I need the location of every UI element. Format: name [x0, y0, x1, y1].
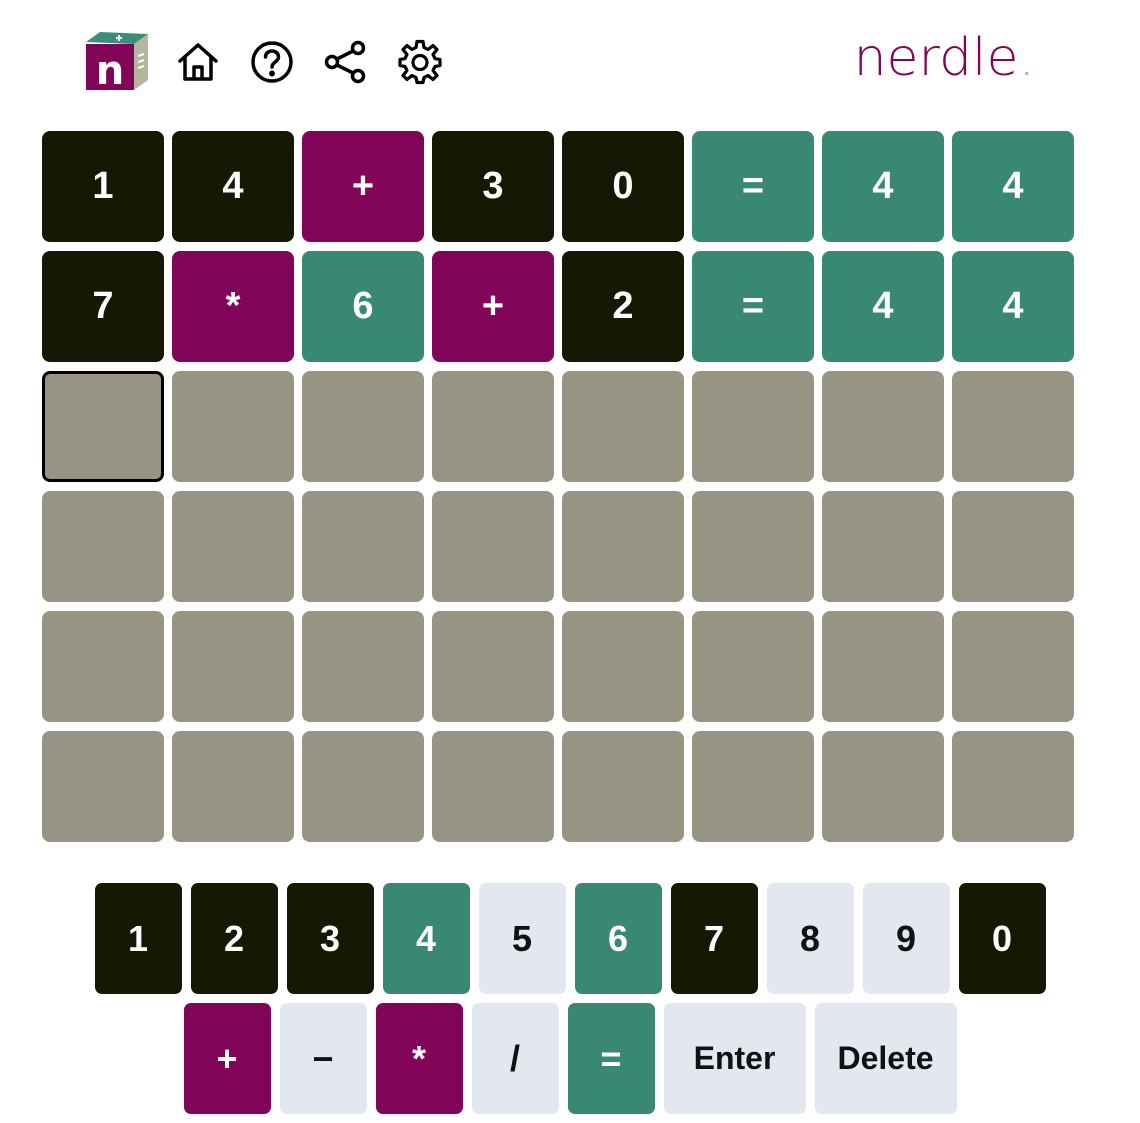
key-6[interactable]: 6 — [574, 883, 662, 994]
board-tile — [562, 371, 684, 482]
key-divide[interactable]: / — [471, 1003, 559, 1114]
board-tile: + — [302, 131, 424, 242]
board-tile — [172, 491, 294, 602]
keyboard-row-digits: 1234567890 — [0, 883, 1140, 994]
board-tile — [42, 491, 164, 602]
board-tile — [822, 611, 944, 722]
board-row — [42, 731, 1074, 842]
board-tile — [42, 611, 164, 722]
board-tile — [302, 491, 424, 602]
keyboard-row-operators: + − * / = Enter Delete — [0, 1003, 1140, 1114]
share-icon[interactable] — [322, 38, 370, 86]
key-times[interactable]: * — [375, 1003, 463, 1114]
board-tile: + — [432, 251, 554, 362]
board-tile — [42, 731, 164, 842]
board-tile: = — [692, 131, 814, 242]
board-row — [42, 491, 1074, 602]
home-icon[interactable] — [174, 38, 222, 86]
board-tile: = — [692, 251, 814, 362]
board-tile — [952, 371, 1074, 482]
key-7[interactable]: 7 — [670, 883, 758, 994]
board-tile — [822, 491, 944, 602]
key-8[interactable]: 8 — [766, 883, 854, 994]
board-tile: * — [172, 251, 294, 362]
enter-key[interactable]: Enter — [663, 1003, 806, 1114]
board-tile — [302, 611, 424, 722]
board-tile: 4 — [822, 131, 944, 242]
board-tile: 4 — [952, 251, 1074, 362]
key-5[interactable]: 5 — [478, 883, 566, 994]
board-tile — [302, 371, 424, 482]
key-9[interactable]: 9 — [862, 883, 950, 994]
board-tile: 4 — [172, 131, 294, 242]
help-icon[interactable] — [248, 38, 296, 86]
board-tile — [302, 731, 424, 842]
board-tile — [692, 371, 814, 482]
board-row — [42, 611, 1074, 722]
board-tile — [692, 611, 814, 722]
board-tile — [432, 611, 554, 722]
logo-letter: n — [96, 48, 124, 92]
brand-name: nerdle — [853, 28, 1019, 88]
board-tile: 1 — [42, 131, 164, 242]
header: n nerdle. — [0, 0, 1140, 120]
board-row — [42, 371, 1074, 482]
board-tile: 4 — [822, 251, 944, 362]
game-board: 1 4 +3 0 = 4 4 7 * 6 +2 = 4 4 — [42, 131, 1074, 851]
key-1[interactable]: 1 — [94, 883, 182, 994]
board-tile: 3 — [432, 131, 554, 242]
board-tile — [692, 731, 814, 842]
settings-icon[interactable] — [396, 38, 444, 86]
key-4[interactable]: 4 — [382, 883, 470, 994]
board-tile — [952, 611, 1074, 722]
board-tile — [822, 731, 944, 842]
board-tile — [432, 731, 554, 842]
key-plus[interactable]: + — [183, 1003, 271, 1114]
board-tile — [432, 371, 554, 482]
keyboard: 1234567890 + − * / = Enter Delete — [0, 883, 1140, 1123]
key-minus[interactable]: − — [279, 1003, 367, 1114]
key-2[interactable]: 2 — [190, 883, 278, 994]
brand-wordmark: nerdle. — [854, 28, 1035, 88]
board-tile-active — [42, 371, 164, 482]
board-tile: 6 — [302, 251, 424, 362]
board-row: 7 * 6 +2 = 4 4 — [42, 251, 1074, 362]
brand-dot: . — [1018, 28, 1035, 88]
board-row: 1 4 +3 0 = 4 4 — [42, 131, 1074, 242]
board-tile — [952, 491, 1074, 602]
delete-key[interactable]: Delete — [814, 1003, 957, 1114]
board-tile: 0 — [562, 131, 684, 242]
board-tile — [562, 611, 684, 722]
board-tile — [172, 731, 294, 842]
board-tile — [432, 491, 554, 602]
board-tile: 4 — [952, 131, 1074, 242]
key-3[interactable]: 3 — [286, 883, 374, 994]
board-tile: 7 — [42, 251, 164, 362]
board-tile — [172, 371, 294, 482]
board-tile — [172, 611, 294, 722]
board-tile — [822, 371, 944, 482]
nerdle-logo-icon[interactable]: n — [82, 30, 152, 94]
board-tile: 2 — [562, 251, 684, 362]
board-tile — [952, 731, 1074, 842]
board-tile — [562, 731, 684, 842]
board-tile — [562, 491, 684, 602]
key-equals[interactable]: = — [567, 1003, 655, 1114]
key-0[interactable]: 0 — [958, 883, 1046, 994]
board-tile — [692, 491, 814, 602]
